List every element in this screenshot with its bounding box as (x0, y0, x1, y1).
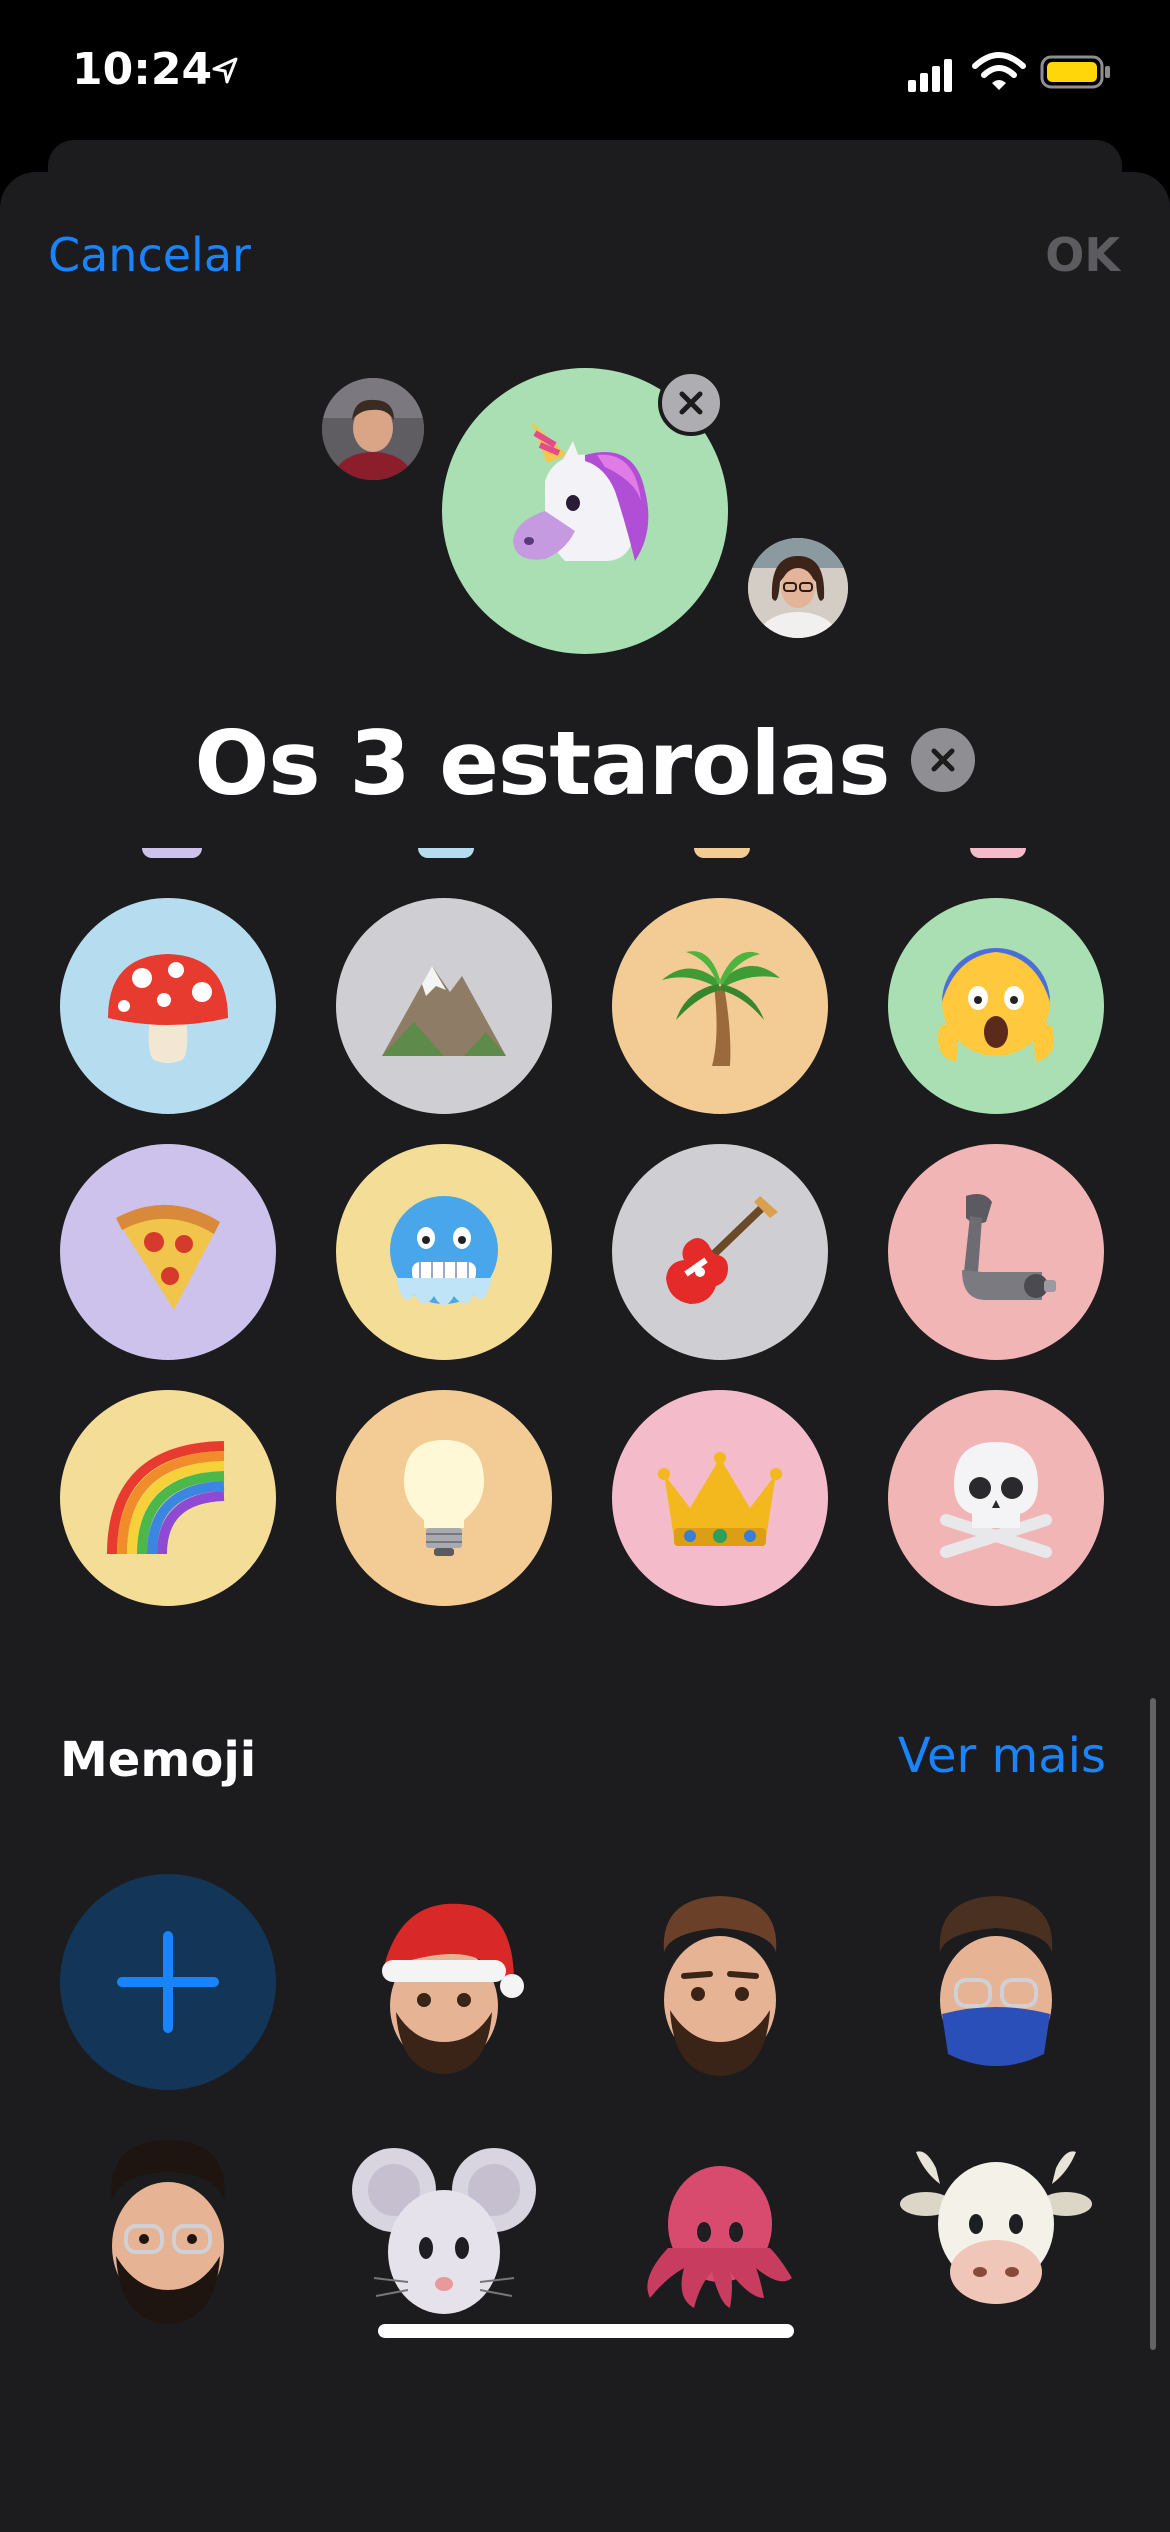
ok-button[interactable]: OK (1045, 228, 1120, 282)
emoji-option-guitar[interactable] (612, 1144, 828, 1360)
masked-memoji-icon (939, 1896, 1053, 2066)
cellular-signal-icon (908, 59, 952, 92)
cold-face-icon (390, 1196, 498, 1305)
previous-row-edge (418, 848, 474, 858)
previous-row-edge (694, 848, 750, 858)
status-bar: 10:24 (0, 0, 1170, 140)
member-avatar (748, 538, 848, 638)
plus-icon (117, 1931, 219, 2033)
memoji-mouse[interactable] (336, 2120, 552, 2336)
location-arrow-icon (212, 57, 238, 84)
member-avatar (322, 378, 424, 480)
status-time: 10:24 (72, 44, 213, 95)
memoji-masked[interactable] (888, 1874, 1104, 2090)
crown-icon (658, 1452, 782, 1546)
clear-name-button[interactable] (911, 727, 976, 792)
glasses-memoji-icon (111, 2140, 225, 2324)
home-indicator[interactable] (378, 2324, 794, 2338)
mushroom-icon (108, 954, 228, 1063)
memoji-section-title: Memoji (60, 1732, 257, 1788)
cancel-button[interactable]: Cancelar (48, 228, 251, 282)
emoji-option-mushroom[interactable] (60, 898, 276, 1114)
wifi-icon (972, 52, 1026, 90)
emoji-option-light-bulb[interactable] (336, 1390, 552, 1606)
remove-avatar-button[interactable] (658, 370, 724, 436)
memoji-glasses[interactable] (60, 2120, 276, 2336)
emoji-option-rainbow[interactable] (60, 1390, 276, 1606)
battery-icon (1040, 55, 1110, 89)
memoji-cow[interactable] (888, 2120, 1104, 2336)
emoji-option-mountain[interactable] (336, 898, 552, 1114)
pizza-icon (116, 1204, 220, 1310)
guitar-icon (666, 1196, 778, 1304)
emoji-option-mechanical-arm[interactable] (888, 1144, 1104, 1360)
emoji-option-skull-crossbones[interactable] (888, 1390, 1104, 1606)
memoji-octopus[interactable] (612, 2120, 828, 2336)
cow-icon (900, 2151, 1092, 2304)
emoji-option-screaming-face[interactable] (888, 898, 1104, 1114)
close-icon (679, 391, 703, 415)
group-name-text[interactable]: Os 3 estarolas (195, 712, 891, 815)
previous-row-edge (142, 848, 202, 858)
mechanical-arm-icon (962, 1194, 1056, 1300)
group-name-field[interactable]: Os 3 estarolas (0, 712, 1170, 815)
bearded-memoji-icon (663, 1896, 777, 2076)
rainbow-icon (107, 1441, 225, 1555)
mouse-icon (352, 2148, 536, 2314)
santa-hat-memoji-icon (382, 1903, 524, 2074)
emoji-option-crown[interactable] (612, 1390, 828, 1606)
emoji-option-cold-face[interactable] (336, 1144, 552, 1360)
light-bulb-icon (404, 1440, 484, 1556)
see-more-button[interactable]: Ver mais (898, 1728, 1106, 1784)
palm-tree-icon (662, 951, 780, 1066)
memoji-bearded[interactable] (612, 1874, 828, 2090)
screaming-face-icon (938, 948, 1054, 1062)
scrollbar[interactable] (1150, 1698, 1156, 2350)
previous-row-edge (970, 848, 1026, 858)
unicorn-icon (513, 421, 649, 561)
memoji-santa-hat[interactable] (336, 1874, 552, 2090)
add-memoji-button[interactable] (60, 1874, 276, 2090)
emoji-option-pizza[interactable] (60, 1144, 276, 1360)
octopus-icon (647, 2166, 792, 2308)
edit-group-sheet: Cancelar OK Os 3 estarolas Memoji Ver ma… (0, 172, 1170, 2532)
emoji-option-palm-tree[interactable] (612, 898, 828, 1114)
close-icon (931, 748, 955, 771)
skull-crossbones-icon (940, 1442, 1052, 1558)
mountain-icon (382, 966, 506, 1056)
